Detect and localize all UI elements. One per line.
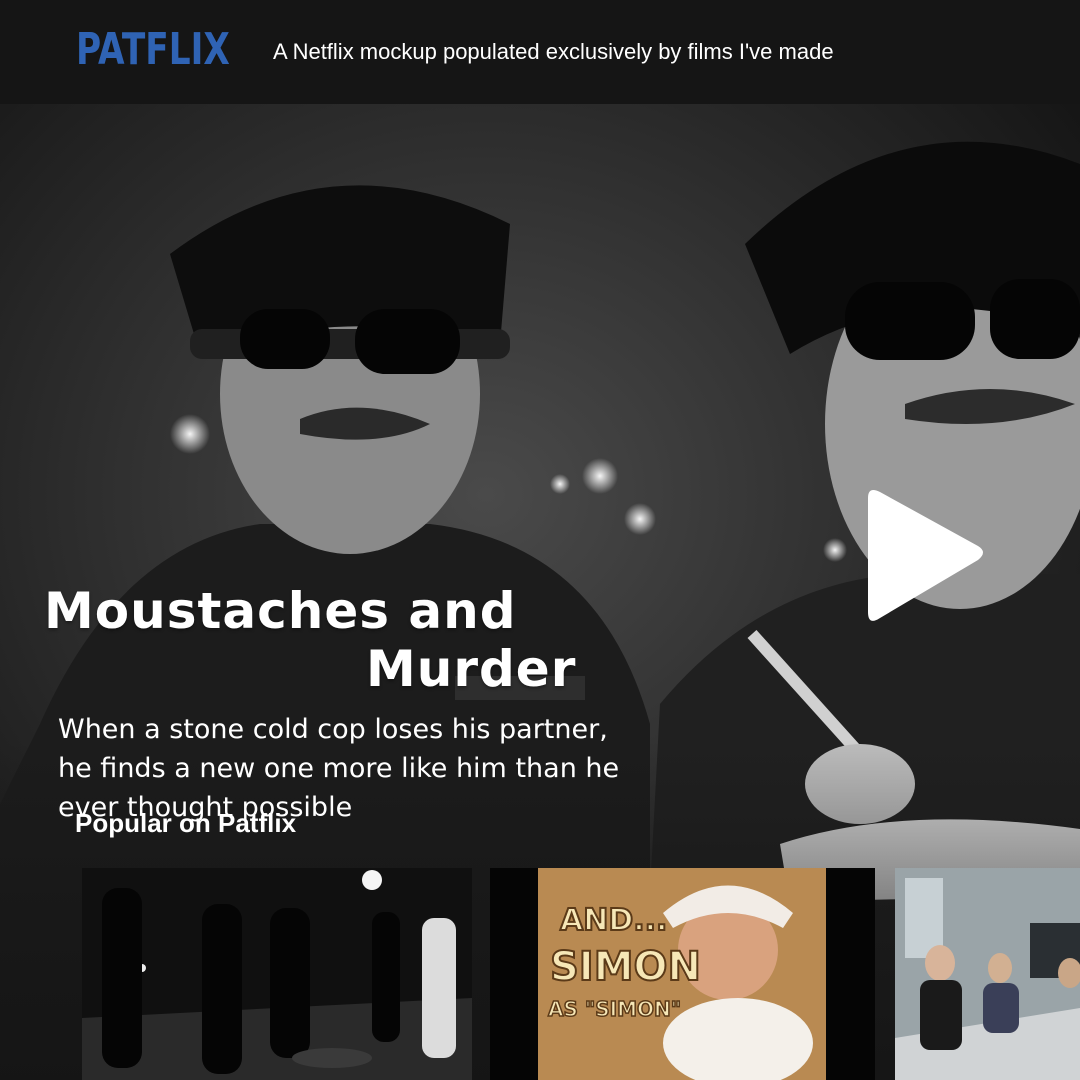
thumbnail-simon[interactable]: AND... SIMON AS "SIMON": [538, 868, 826, 1080]
poster-text-3: AS "SIMON": [548, 997, 681, 1021]
title-row: AND... SIMON AS "SIMON": [0, 868, 1080, 1080]
thumbnail-image: AND... SIMON AS "SIMON": [538, 868, 826, 1080]
featured-title-line2: Murder: [366, 640, 577, 698]
thumbnail-moustaches-and-murder[interactable]: [82, 868, 472, 1080]
tagline: A Netflix mockup populated exclusively b…: [273, 39, 834, 64]
thumbnail-image: [895, 868, 1080, 1080]
thumbnail-image: [82, 868, 472, 1080]
row-title: Popular on Patflix: [75, 808, 297, 838]
poster-text-2: SIMON: [550, 944, 701, 990]
featured-title-line1: Moustaches and: [44, 582, 517, 640]
patflix-logo[interactable]: PATFLIX: [76, 24, 230, 75]
play-icon[interactable]: [858, 486, 988, 626]
featured-title: Moustaches and Murder: [44, 582, 604, 698]
poster-text-1: AND...: [560, 903, 667, 938]
thumbnail-classroom[interactable]: [895, 868, 1080, 1080]
top-nav-bar: PATFLIX A Netflix mockup populated exclu…: [0, 0, 1080, 104]
